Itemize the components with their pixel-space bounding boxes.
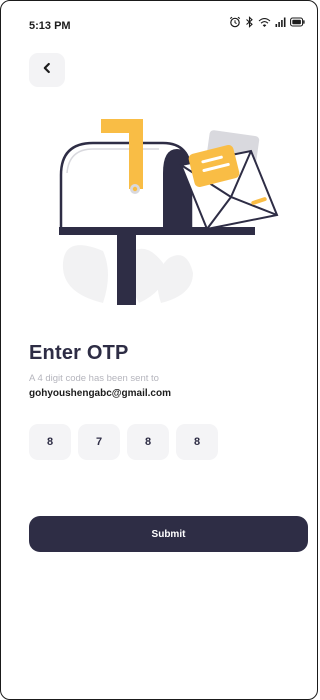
- bluetooth-icon: [245, 16, 254, 28]
- otp-digit-3[interactable]: [127, 424, 169, 460]
- page-title: Enter OTP: [29, 342, 129, 364]
- otp-digit-1[interactable]: [29, 424, 71, 460]
- status-time: 5:13 PM: [29, 20, 71, 32]
- submit-button[interactable]: Submit: [29, 516, 308, 552]
- back-button[interactable]: [29, 53, 65, 87]
- signal-icon: [275, 17, 286, 27]
- otp-digit-2[interactable]: [78, 424, 120, 460]
- recipient-email: gohyoushengabc@gmail.com: [29, 388, 171, 399]
- phone-screen: 5:13 PM Enter OTP A 4 digit code has bee…: [0, 0, 318, 700]
- otp-digit-4[interactable]: [176, 424, 218, 460]
- otp-instruction-text: A 4 digit code has been sent to: [29, 373, 159, 384]
- chevron-left-icon: [41, 61, 53, 79]
- otp-input-group: [29, 424, 218, 460]
- mailbox-illustration: [51, 113, 291, 313]
- wifi-icon: [258, 17, 271, 28]
- status-icons: [229, 16, 305, 28]
- status-bar: 5:13 PM: [1, 1, 317, 37]
- battery-icon: [290, 17, 305, 27]
- alarm-icon: [229, 16, 241, 28]
